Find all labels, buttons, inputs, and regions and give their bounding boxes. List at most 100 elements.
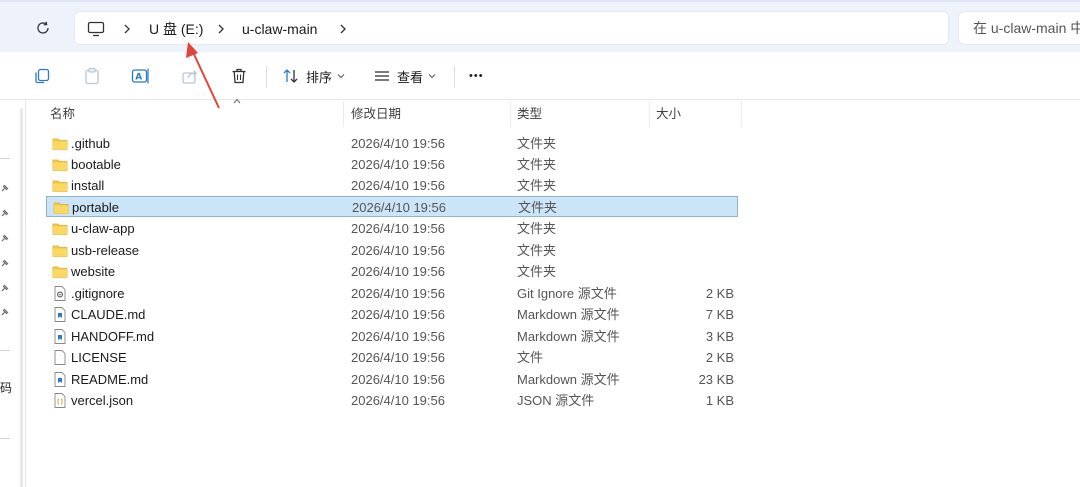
file-type: 文件夹: [517, 221, 557, 236]
file-modified: 2026/4/10 19:56: [351, 136, 445, 151]
command-toolbar: A 排序 查看 •••: [0, 52, 1080, 100]
breadcrumb-drive[interactable]: U 盘 (E:): [149, 12, 203, 46]
file-type: 文件夹: [517, 178, 557, 193]
file-name: bootable: [71, 157, 121, 172]
file-row[interactable]: HANDOFF.md 2026/4/10 19:56 Markdown 源文件 …: [46, 326, 738, 347]
file-size: 3 KB: [705, 329, 734, 344]
file-row[interactable]: vercel.json 2026/4/10 19:56 JSON 源文件 1 K…: [46, 390, 738, 411]
pin-icon: [1, 209, 9, 217]
file-size: [656, 175, 734, 196]
file-size: 7 KB: [705, 307, 734, 322]
markdown-file-icon: [54, 307, 66, 322]
file-modified: 2026/4/10 19:56: [351, 221, 445, 236]
column-header-modified[interactable]: 修改日期: [345, 101, 511, 127]
markdown-file-icon: [54, 329, 66, 344]
file-size: [656, 218, 734, 239]
rename-button[interactable]: A: [131, 64, 151, 88]
toolbar-divider: [454, 66, 455, 88]
breadcrumb-chevron-icon[interactable]: [123, 12, 131, 46]
more-options-icon: •••: [469, 70, 484, 82]
address-band: U 盘 (E:) u-claw-main 在 u-claw-main 中: [0, 0, 1080, 52]
trash-icon: [232, 68, 246, 84]
refresh-button[interactable]: [30, 16, 56, 40]
file-size: 2 KB: [705, 350, 734, 365]
share-button[interactable]: [181, 64, 199, 88]
pin-icon: [1, 184, 9, 192]
more-options-button[interactable]: •••: [469, 64, 484, 88]
view-button[interactable]: 查看: [373, 64, 436, 88]
file-size: [656, 133, 734, 154]
file-type: Markdown 源文件: [517, 329, 620, 344]
folder-icon: [53, 202, 69, 214]
file-modified: 2026/4/10 19:56: [351, 393, 445, 408]
copy-button[interactable]: [33, 64, 51, 88]
file-row[interactable]: install 2026/4/10 19:56 文件夹: [46, 175, 738, 196]
file-row[interactable]: website 2026/4/10 19:56 文件夹: [46, 261, 738, 282]
file-size: [656, 154, 734, 175]
sort-button[interactable]: 排序: [282, 64, 345, 88]
breadcrumb-chevron-icon[interactable]: [339, 12, 347, 46]
nav-item-partial-label[interactable]: 码: [0, 379, 12, 396]
file-row[interactable]: LICENSE 2026/4/10 19:56 文件 2 KB: [46, 347, 738, 368]
chevron-down-icon: [337, 74, 345, 79]
address-bar[interactable]: U 盘 (E:) u-claw-main: [74, 11, 949, 45]
file-row[interactable]: .gitignore 2026/4/10 19:56 Git Ignore 源文…: [46, 283, 738, 304]
column-header-type[interactable]: 类型: [511, 101, 650, 127]
paste-button[interactable]: [83, 64, 101, 88]
file-size: [656, 261, 734, 282]
file-modified: 2026/4/10 19:56: [351, 307, 445, 322]
scrollbar[interactable]: [20, 108, 23, 487]
file-row-selected[interactable]: portable 2026/4/10 19:56 文件夹: [46, 196, 738, 217]
file-size: [656, 240, 734, 261]
file-row[interactable]: .github 2026/4/10 19:56 文件夹: [46, 133, 738, 154]
file-type: Markdown 源文件: [517, 372, 620, 387]
column-header-size[interactable]: 大小: [650, 101, 742, 127]
file-name: website: [71, 264, 116, 279]
sort-ascending-icon: [233, 98, 241, 104]
this-pc-icon[interactable]: [87, 12, 105, 46]
folder-icon: [52, 180, 68, 192]
file-type: 文件: [517, 350, 544, 365]
file-size: 23 KB: [698, 372, 734, 387]
file-row[interactable]: bootable 2026/4/10 19:56 文件夹: [46, 154, 738, 175]
file-row[interactable]: u-claw-app 2026/4/10 19:56 文件夹: [46, 218, 738, 239]
file-name: HANDOFF.md: [71, 329, 155, 344]
svg-text:A: A: [135, 73, 142, 83]
pin-icon: [1, 259, 9, 267]
column-header-row: 名称 修改日期 类型 大小: [44, 98, 744, 127]
file-modified: 2026/4/10 19:56: [351, 157, 445, 172]
file-name: .github: [71, 136, 111, 151]
file-modified: 2026/4/10 19:56: [351, 243, 445, 258]
file-name: README.md: [71, 372, 149, 387]
paste-icon: [85, 67, 99, 85]
share-icon: [182, 70, 197, 84]
folder-icon: [52, 159, 68, 171]
folder-icon: [52, 245, 68, 257]
file-name: u-claw-app: [71, 221, 135, 236]
sort-label: 排序: [306, 69, 333, 85]
file-name: CLAUDE.md: [71, 307, 146, 322]
file-name: LICENSE: [71, 350, 127, 365]
file-modified: 2026/4/10 19:56: [351, 350, 445, 365]
file-modified: 2026/4/10 19:56: [351, 286, 445, 301]
file-row[interactable]: README.md 2026/4/10 19:56 Markdown 源文件 2…: [46, 369, 738, 390]
file-name: vercel.json: [71, 393, 134, 408]
file-size: [657, 197, 735, 218]
view-icon: [375, 71, 389, 81]
search-input[interactable]: 在 u-claw-main 中: [958, 11, 1080, 45]
breadcrumb-folder[interactable]: u-claw-main: [242, 12, 317, 46]
breadcrumb-chevron-icon[interactable]: [217, 12, 225, 46]
refresh-icon: [37, 21, 49, 34]
column-header-name[interactable]: 名称: [44, 101, 344, 127]
file-size: 1 KB: [705, 393, 734, 408]
file-row[interactable]: usb-release 2026/4/10 19:56 文件夹: [46, 240, 738, 261]
file-modified: 2026/4/10 19:56: [351, 264, 445, 279]
pin-icon: [1, 234, 9, 242]
folder-icon: [52, 223, 68, 235]
file-row[interactable]: CLAUDE.md 2026/4/10 19:56 Markdown 源文件 7…: [46, 304, 738, 325]
delete-button[interactable]: [230, 64, 248, 88]
file-type: 文件夹: [517, 157, 557, 172]
markdown-file-icon: [54, 372, 66, 387]
sort-icon: [283, 69, 298, 83]
pin-icon: [1, 284, 9, 292]
